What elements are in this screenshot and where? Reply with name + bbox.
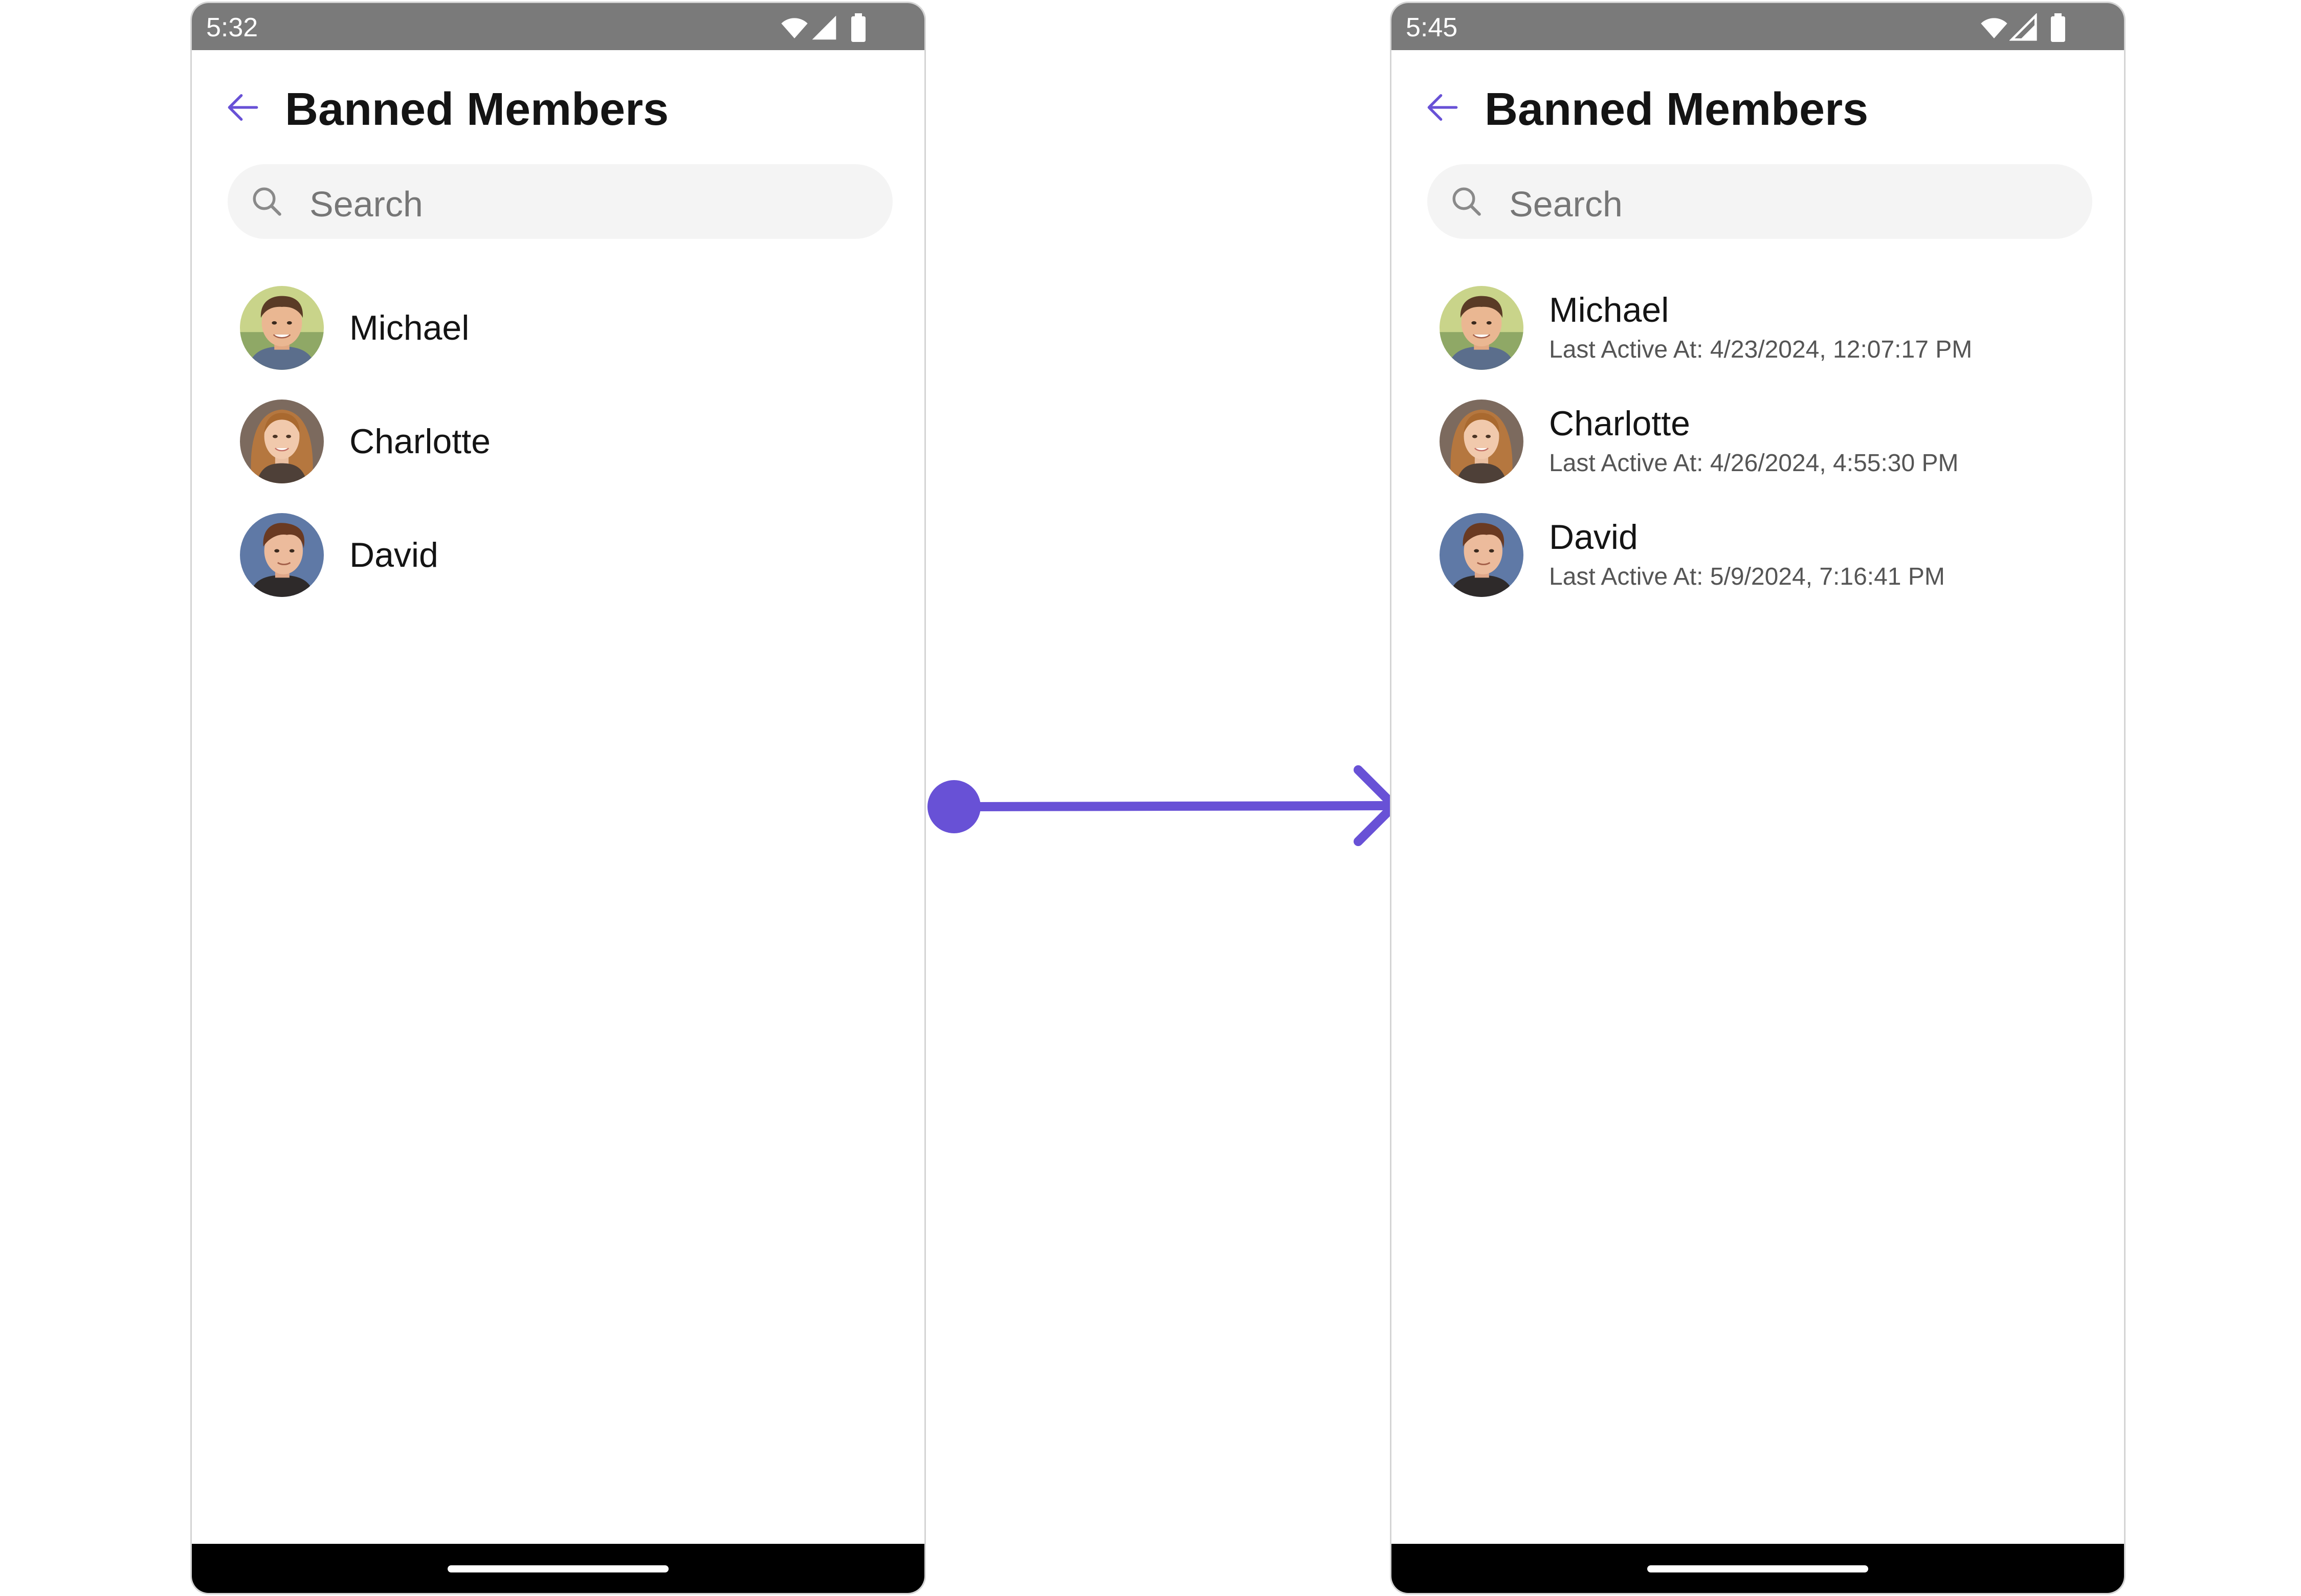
member-row-michael[interactable]: Michael <box>192 279 924 382</box>
header: Banned Members <box>1391 50 2124 168</box>
avatar <box>1440 286 1523 370</box>
last-active-text: Last Active At: 5/9/2024, 7:16:41 PM <box>1549 563 1945 590</box>
avatar <box>1440 400 1523 483</box>
arrow-left-icon[interactable] <box>223 87 263 128</box>
page-title: Banned Members <box>285 84 669 135</box>
battery-icon <box>2049 13 2067 42</box>
wifi-icon <box>1978 13 2010 42</box>
member-row-michael[interactable]: Michael Last Active At: 4/23/2024, 12:07… <box>1391 279 2124 382</box>
avatar-charlotte <box>240 400 324 483</box>
member-name: Charlotte <box>349 422 491 461</box>
signal-icon <box>810 13 838 42</box>
member-row-david[interactable]: David Last Active At: 5/9/2024, 7:16:41 … <box>1391 506 2124 609</box>
member-name: Michael <box>1549 291 1669 329</box>
member-name: David <box>1549 518 1638 557</box>
member-name: Charlotte <box>1549 404 1690 443</box>
avatar-michael <box>240 286 324 370</box>
phone-screen-after: 5:45 Banned Members Search Michael Last … <box>1390 2 2126 1594</box>
member-row-david[interactable]: David <box>192 506 924 609</box>
search-input[interactable]: Search <box>228 164 893 239</box>
battery-icon <box>850 13 867 42</box>
avatar <box>240 286 324 370</box>
status-bar: 5:32 <box>192 3 924 50</box>
status-bar: 5:45 <box>1391 3 2124 50</box>
search-input[interactable]: Search <box>1427 164 2092 239</box>
avatar-david <box>240 513 324 597</box>
status-icons <box>778 13 870 42</box>
last-active-text: Last Active At: 4/23/2024, 12:07:17 PM <box>1549 336 1973 363</box>
member-name: Michael <box>349 308 470 347</box>
search-placeholder: Search <box>309 184 423 224</box>
search-icon <box>1450 185 1484 218</box>
status-time: 5:32 <box>206 13 258 42</box>
avatar <box>240 400 324 483</box>
avatar-charlotte <box>1440 400 1523 483</box>
home-indicator[interactable] <box>1647 1565 1868 1572</box>
navigation-bar <box>1391 1544 2124 1593</box>
phone-screen-before: 5:32 Banned Members Search Michael Charl… <box>190 2 926 1594</box>
page-title: Banned Members <box>1485 84 1869 135</box>
last-active-text: Last Active At: 4/26/2024, 4:55:30 PM <box>1549 450 1959 477</box>
member-name: David <box>349 536 438 574</box>
avatar <box>1440 513 1523 597</box>
arrow-left-icon[interactable] <box>1422 87 1463 128</box>
avatar-michael <box>1440 286 1523 370</box>
navigation-bar <box>192 1544 924 1593</box>
member-row-charlotte[interactable]: Charlotte <box>192 393 924 495</box>
status-icons <box>1978 13 2070 42</box>
avatar <box>240 513 324 597</box>
wifi-icon <box>778 13 811 42</box>
signal-icon <box>2009 13 2038 42</box>
right-arrow-icon <box>927 765 1399 846</box>
home-indicator[interactable] <box>448 1565 669 1572</box>
header: Banned Members <box>192 50 924 168</box>
avatar-david <box>1440 513 1523 597</box>
member-row-charlotte[interactable]: Charlotte Last Active At: 4/26/2024, 4:5… <box>1391 393 2124 495</box>
search-icon <box>250 185 284 218</box>
search-placeholder: Search <box>1509 184 1623 224</box>
status-time: 5:45 <box>1406 13 1458 42</box>
